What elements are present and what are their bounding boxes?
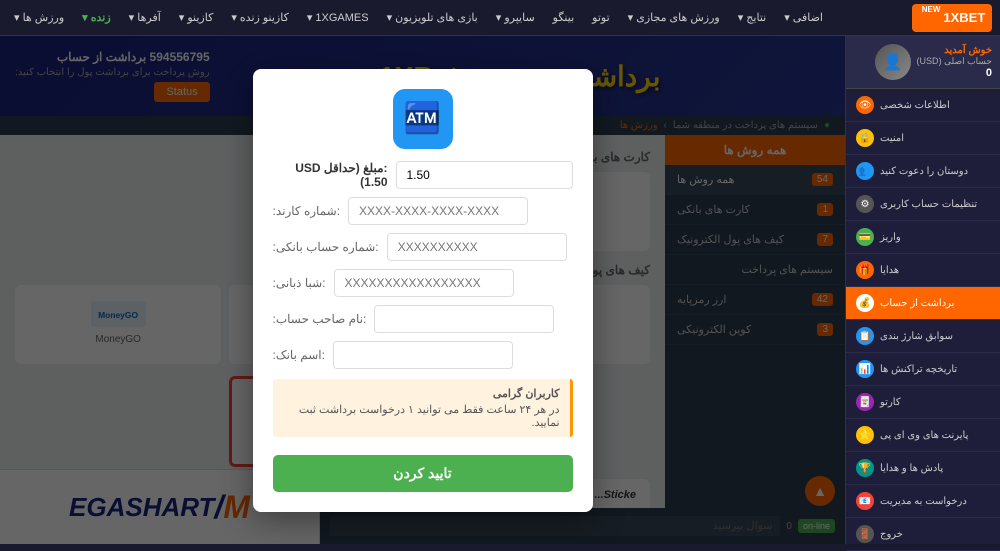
nav-item-1xgames[interactable]: 1XGAMES ▾ [301,9,375,26]
modal-bank-input[interactable] [333,341,513,369]
top-navigation: 1XBET NEW ورزش ها ▾ زنده ▾ آفرها ▾ کازین… [0,0,1000,36]
balance-amount: 0 [917,67,992,79]
sidebar-item-invite[interactable]: دوستان را دعوت کنید 👥 [846,155,1000,188]
modal-amount-input[interactable] [396,161,573,189]
nav-item-extras[interactable]: اضافی ▾ [778,9,829,26]
modal-iban-field: :شبا ذبانی: [273,269,573,297]
nav-item-زنده[interactable]: زنده ▾ [76,9,117,26]
sidebar-item-contact[interactable]: درخواست به مدیریت 📧 [846,485,1000,518]
modal-owner-input[interactable] [374,305,554,333]
withdrawal-icon: 💰 [856,294,874,312]
modal-note: کاربران گرامی در هر ۲۴ ساعت فقط می توانی… [273,379,573,437]
modal-amount-field: :مبلغ (حداقل USD 1.50) [273,161,573,189]
nav-item-results[interactable]: نتایج ▾ [732,9,772,26]
transaction-history-icon: 📊 [856,360,874,378]
recharge-history-icon: 📋 [856,327,874,345]
modal-overlay: 🏧 :مبلغ (حداقل USD 1.50) :شماره کارند: :… [0,36,845,544]
nav-item-tv-games[interactable]: بازی های تلویزیون ▾ [381,9,484,26]
user-name: خوش آمدید [917,45,992,56]
invite-label: دوستان را دعوت کنید [880,166,968,177]
nav-item-کازینو[interactable]: کازینو ▾ [173,9,220,26]
personal-info-icon: 👁 [856,96,874,114]
account-settings-label: تنظیمات حساب کاربری [880,199,977,210]
sidebar-item-account-settings[interactable]: تنظیمات حساب کاربری ⚙ [846,188,1000,221]
sidebar-item-transaction-history[interactable]: تاریخچه تراکنش ها 📊 [846,353,1000,386]
modal-confirm-button[interactable]: تایید کردن [273,455,573,492]
sidebar-item-gifts[interactable]: هدایا 🎁 [846,254,1000,287]
deposit-label: واریز [880,232,901,243]
security-label: امنیت [880,133,904,144]
modal-bank-label: :اسم بانک: [273,348,325,362]
nav-item-saipro[interactable]: سایپرو ▾ [490,9,541,26]
modal-note-text: در هر ۲۴ ساعت فقط می توانید ۱ درخواست بر… [283,403,560,429]
karto-label: کارتو [880,397,901,408]
brand-logo[interactable]: 1XBET NEW [912,4,992,32]
invite-icon: 👥 [856,162,874,180]
nav-item-virtual[interactable]: ورزش های مجازی ▾ [622,9,726,26]
user-info: خوش آمدید حساب اصلی (USD) 0 [917,45,992,79]
nav-item-bingo[interactable]: بینگو [547,9,580,26]
karto-icon: 🃏 [856,393,874,411]
modal-card-input[interactable] [348,197,528,225]
sidebar-item-logout[interactable]: خروج 🚪 [846,518,1000,551]
modal-bank-account-field: :شماره حساب بانکی: [273,233,573,261]
modal-amount-label: :مبلغ (حداقل USD 1.50) [273,161,388,189]
vip-icon: ⭐ [856,426,874,444]
modal-bank-field: :اسم بانک: [273,341,573,369]
sidebar-item-security[interactable]: امنیت 🔒 [846,122,1000,155]
gifts-icon: 🎁 [856,261,874,279]
awards-icon: 🏆 [856,459,874,477]
gifts-label: هدایا [880,265,899,276]
new-badge: NEW [919,4,944,15]
account-settings-icon: ⚙ [856,195,874,213]
logout-label: خروج [880,529,903,540]
nav-item-آفرها[interactable]: آفرها ▾ [123,9,167,26]
sidebar-item-karto[interactable]: کارتو 🃏 [846,386,1000,419]
deposit-icon: 💳 [856,228,874,246]
modal-card-label: :شماره کارند: [273,204,341,218]
sidebar-item-recharge-history[interactable]: سوابق شارژ بندی 📋 [846,320,1000,353]
vip-label: پایرنت های وی ای پی [880,430,968,441]
sidebar-item-personal-info[interactable]: اطلاعات شخصی 👁 [846,89,1000,122]
modal-owner-label: :نام صاحب حساب: [273,312,367,326]
recharge-history-label: سوابق شارژ بندی [880,331,953,342]
modal-bank-account-input[interactable] [387,233,567,261]
logo-text: 1XBET [943,10,985,25]
logout-icon: 🚪 [856,525,874,543]
modal-smart-icon-display: 🏧 [393,89,453,149]
main-content: برداشت هوشمند 1XBet 594556795 برداشت از … [0,36,845,544]
nav-item-ورزش-ها[interactable]: ورزش ها ▾ [8,9,70,26]
sidebar-item-deposit[interactable]: واریز 💳 [846,221,1000,254]
transaction-history-label: تاریخچه تراکنش ها [880,364,957,375]
sidebar-item-awards[interactable]: پادش ها و هدایا 🏆 [846,452,1000,485]
modal-icon: 🏧 [273,89,573,149]
sidebar-item-vip[interactable]: پایرنت های وی ای پی ⭐ [846,419,1000,452]
sidebar-user-section: خوش آمدید حساب اصلی (USD) 0 👤 [846,36,1000,89]
nav-items-list: ورزش ها ▾ زنده ▾ آفرها ▾ کازینو ▾ کازینو… [8,9,829,26]
withdrawal-label: برداشت از حساب [880,298,954,309]
nav-item-toto[interactable]: توتو [586,9,616,26]
nav-item-کازینو-زنده[interactable]: کازینو زنده ▾ [225,9,295,26]
awards-label: پادش ها و هدایا [880,463,943,474]
security-icon: 🔒 [856,129,874,147]
withdrawal-modal: 🏧 :مبلغ (حداقل USD 1.50) :شماره کارند: :… [253,69,593,512]
modal-iban-label: :شبا ذبانی: [273,276,326,290]
modal-bank-account-label: :شماره حساب بانکی: [273,240,379,254]
modal-note-title: کاربران گرامی [283,387,560,400]
modal-card-field: :شماره کارند: [273,197,573,225]
right-sidebar: خوش آمدید حساب اصلی (USD) 0 👤 اطلاعات شخ… [845,36,1000,544]
contact-label: درخواست به مدیریت [880,496,967,507]
sidebar-item-withdrawal[interactable]: برداشت از حساب 💰 [846,287,1000,320]
user-avatar: 👤 [875,44,911,80]
user-balance: حساب اصلی (USD) [917,56,992,67]
personal-info-label: اطلاعات شخصی [880,100,950,111]
contact-icon: 📧 [856,492,874,510]
modal-owner-field: :نام صاحب حساب: [273,305,573,333]
modal-iban-input[interactable] [334,269,514,297]
